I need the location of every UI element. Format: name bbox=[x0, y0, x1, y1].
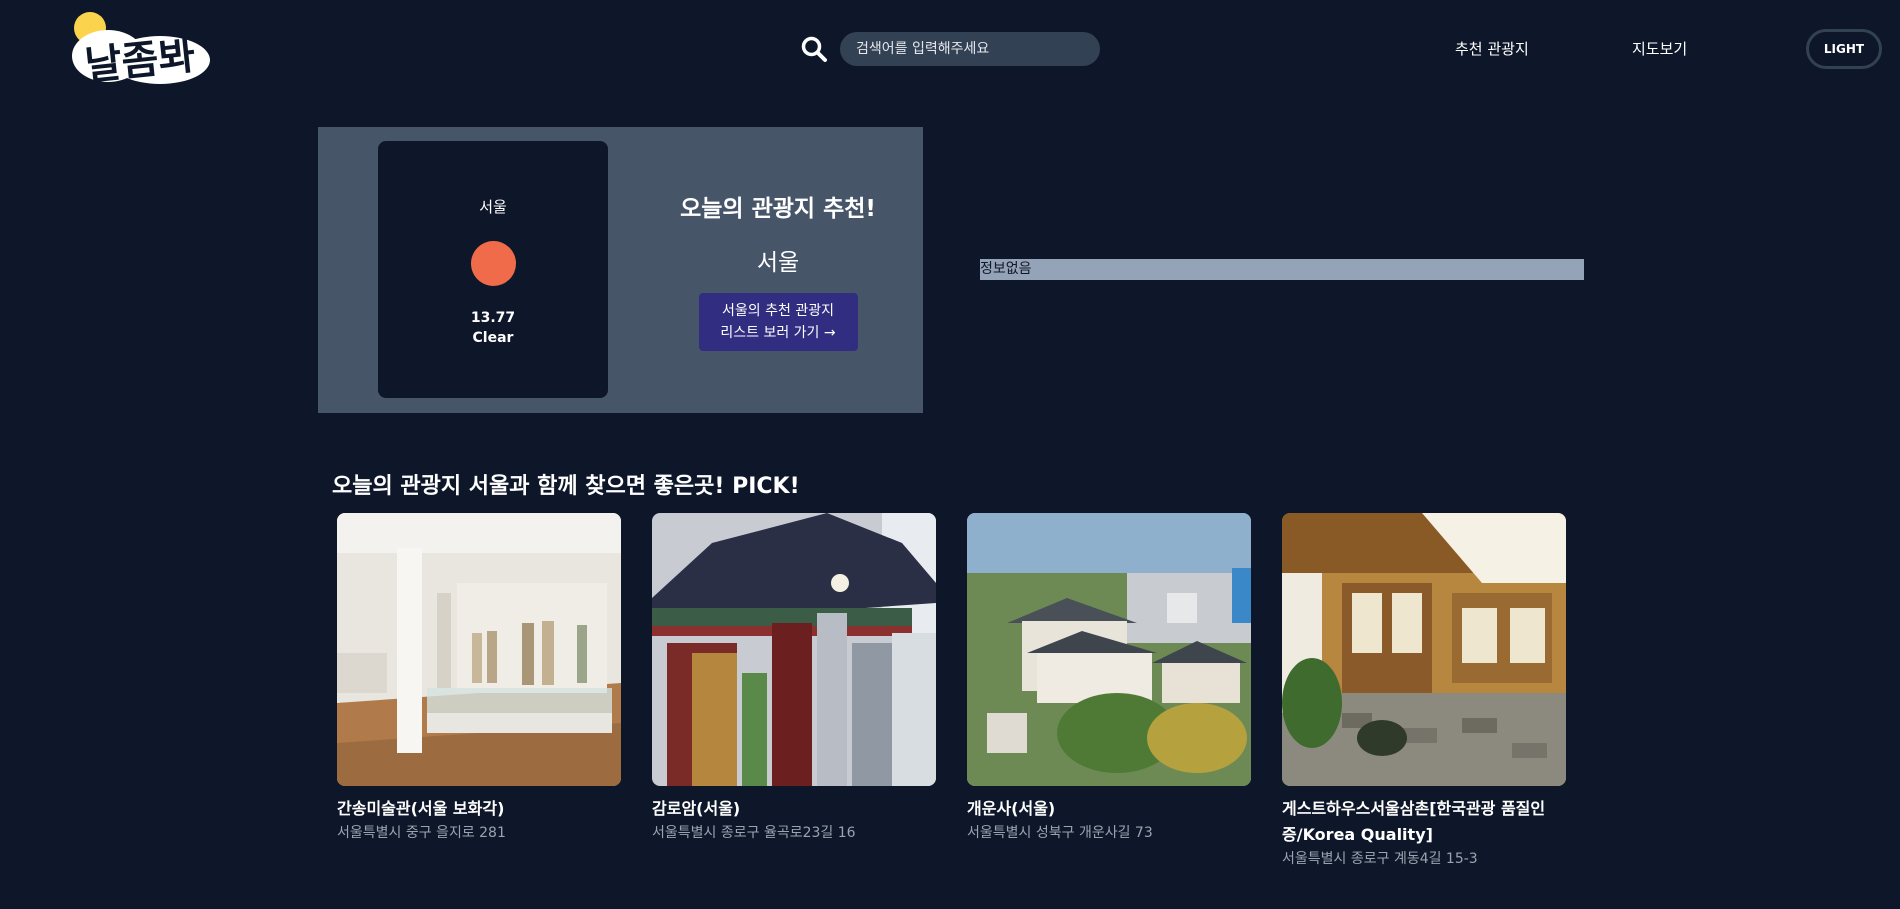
place-photo-temple-gate[interactable] bbox=[652, 513, 936, 786]
place-name[interactable]: 간송미술관(서울 보화각) bbox=[337, 796, 621, 822]
weather-card: 서울 13.77 Clear bbox=[378, 141, 608, 398]
place-photo-museum[interactable] bbox=[337, 513, 621, 786]
place-address: 서울특별시 중구 을지로 281 bbox=[337, 825, 506, 841]
recommendation-title: 오늘의 관광지 추천! bbox=[680, 196, 876, 222]
weather-city: 서울 bbox=[479, 198, 507, 216]
weather-condition: Clear bbox=[472, 330, 514, 346]
search-bar bbox=[800, 32, 1100, 66]
search-input[interactable] bbox=[840, 32, 1100, 66]
place-name[interactable]: 게스트하우스서울삼촌[한국관광 품질인증/Korea Quality] bbox=[1282, 796, 1566, 848]
recommendation-city: 서울 bbox=[756, 250, 800, 276]
place-name[interactable]: 감로암(서울) bbox=[652, 796, 936, 822]
button-line-1: 서울의 추천 관광지 bbox=[722, 303, 834, 319]
info-status-bar: 정보없음 bbox=[980, 259, 1584, 280]
place-card[interactable]: 간송미술관(서울 보화각) 서울특별시 중구 을지로 281 bbox=[337, 513, 621, 843]
place-card[interactable]: 게스트하우스서울삼촌[한국관광 품질인증/Korea Quality] 서울특별… bbox=[1282, 513, 1566, 869]
place-card[interactable]: 감로암(서울) 서울특별시 종로구 율곡로23길 16 bbox=[652, 513, 936, 843]
nav-recommended-spots[interactable]: 추천 관광지 bbox=[1455, 38, 1529, 59]
sun-icon bbox=[470, 241, 516, 286]
place-card[interactable]: 개운사(서울) 서울특별시 성북구 개운사길 73 bbox=[967, 513, 1251, 843]
recommendation-panel: 서울 13.77 Clear 오늘의 관광지 추천! 서울 서울의 추천 관광지… bbox=[318, 127, 923, 413]
recommendation-text: 오늘의 관광지 추천! 서울 서울의 추천 관광지 리스트 보러 가기 → bbox=[648, 127, 908, 351]
place-address: 서울특별시 종로구 율곡로23길 16 bbox=[652, 825, 856, 841]
place-photo-hanok-guesthouse[interactable] bbox=[1282, 513, 1566, 786]
picks-section-title: 오늘의 관광지 서울과 함께 찾으면 좋은곳! PICK! bbox=[332, 474, 800, 499]
site-logo[interactable]: 날좀봐 bbox=[68, 8, 213, 94]
place-name[interactable]: 개운사(서울) bbox=[967, 796, 1251, 822]
search-icon[interactable] bbox=[800, 35, 828, 63]
place-address: 서울특별시 성북구 개운사길 73 bbox=[967, 825, 1153, 841]
view-recommended-list-button[interactable]: 서울의 추천 관광지 리스트 보러 가기 → bbox=[698, 293, 858, 351]
weather-temperature: 13.77 bbox=[470, 310, 516, 326]
theme-toggle-button[interactable]: LIGHT bbox=[1806, 29, 1882, 69]
place-photo-hill-temple[interactable] bbox=[967, 513, 1251, 786]
place-address: 서울특별시 종로구 계동4길 15-3 bbox=[1282, 851, 1478, 867]
button-line-2: 리스트 보러 가기 → bbox=[720, 325, 836, 341]
nav-map-view[interactable]: 지도보기 bbox=[1632, 38, 1687, 59]
